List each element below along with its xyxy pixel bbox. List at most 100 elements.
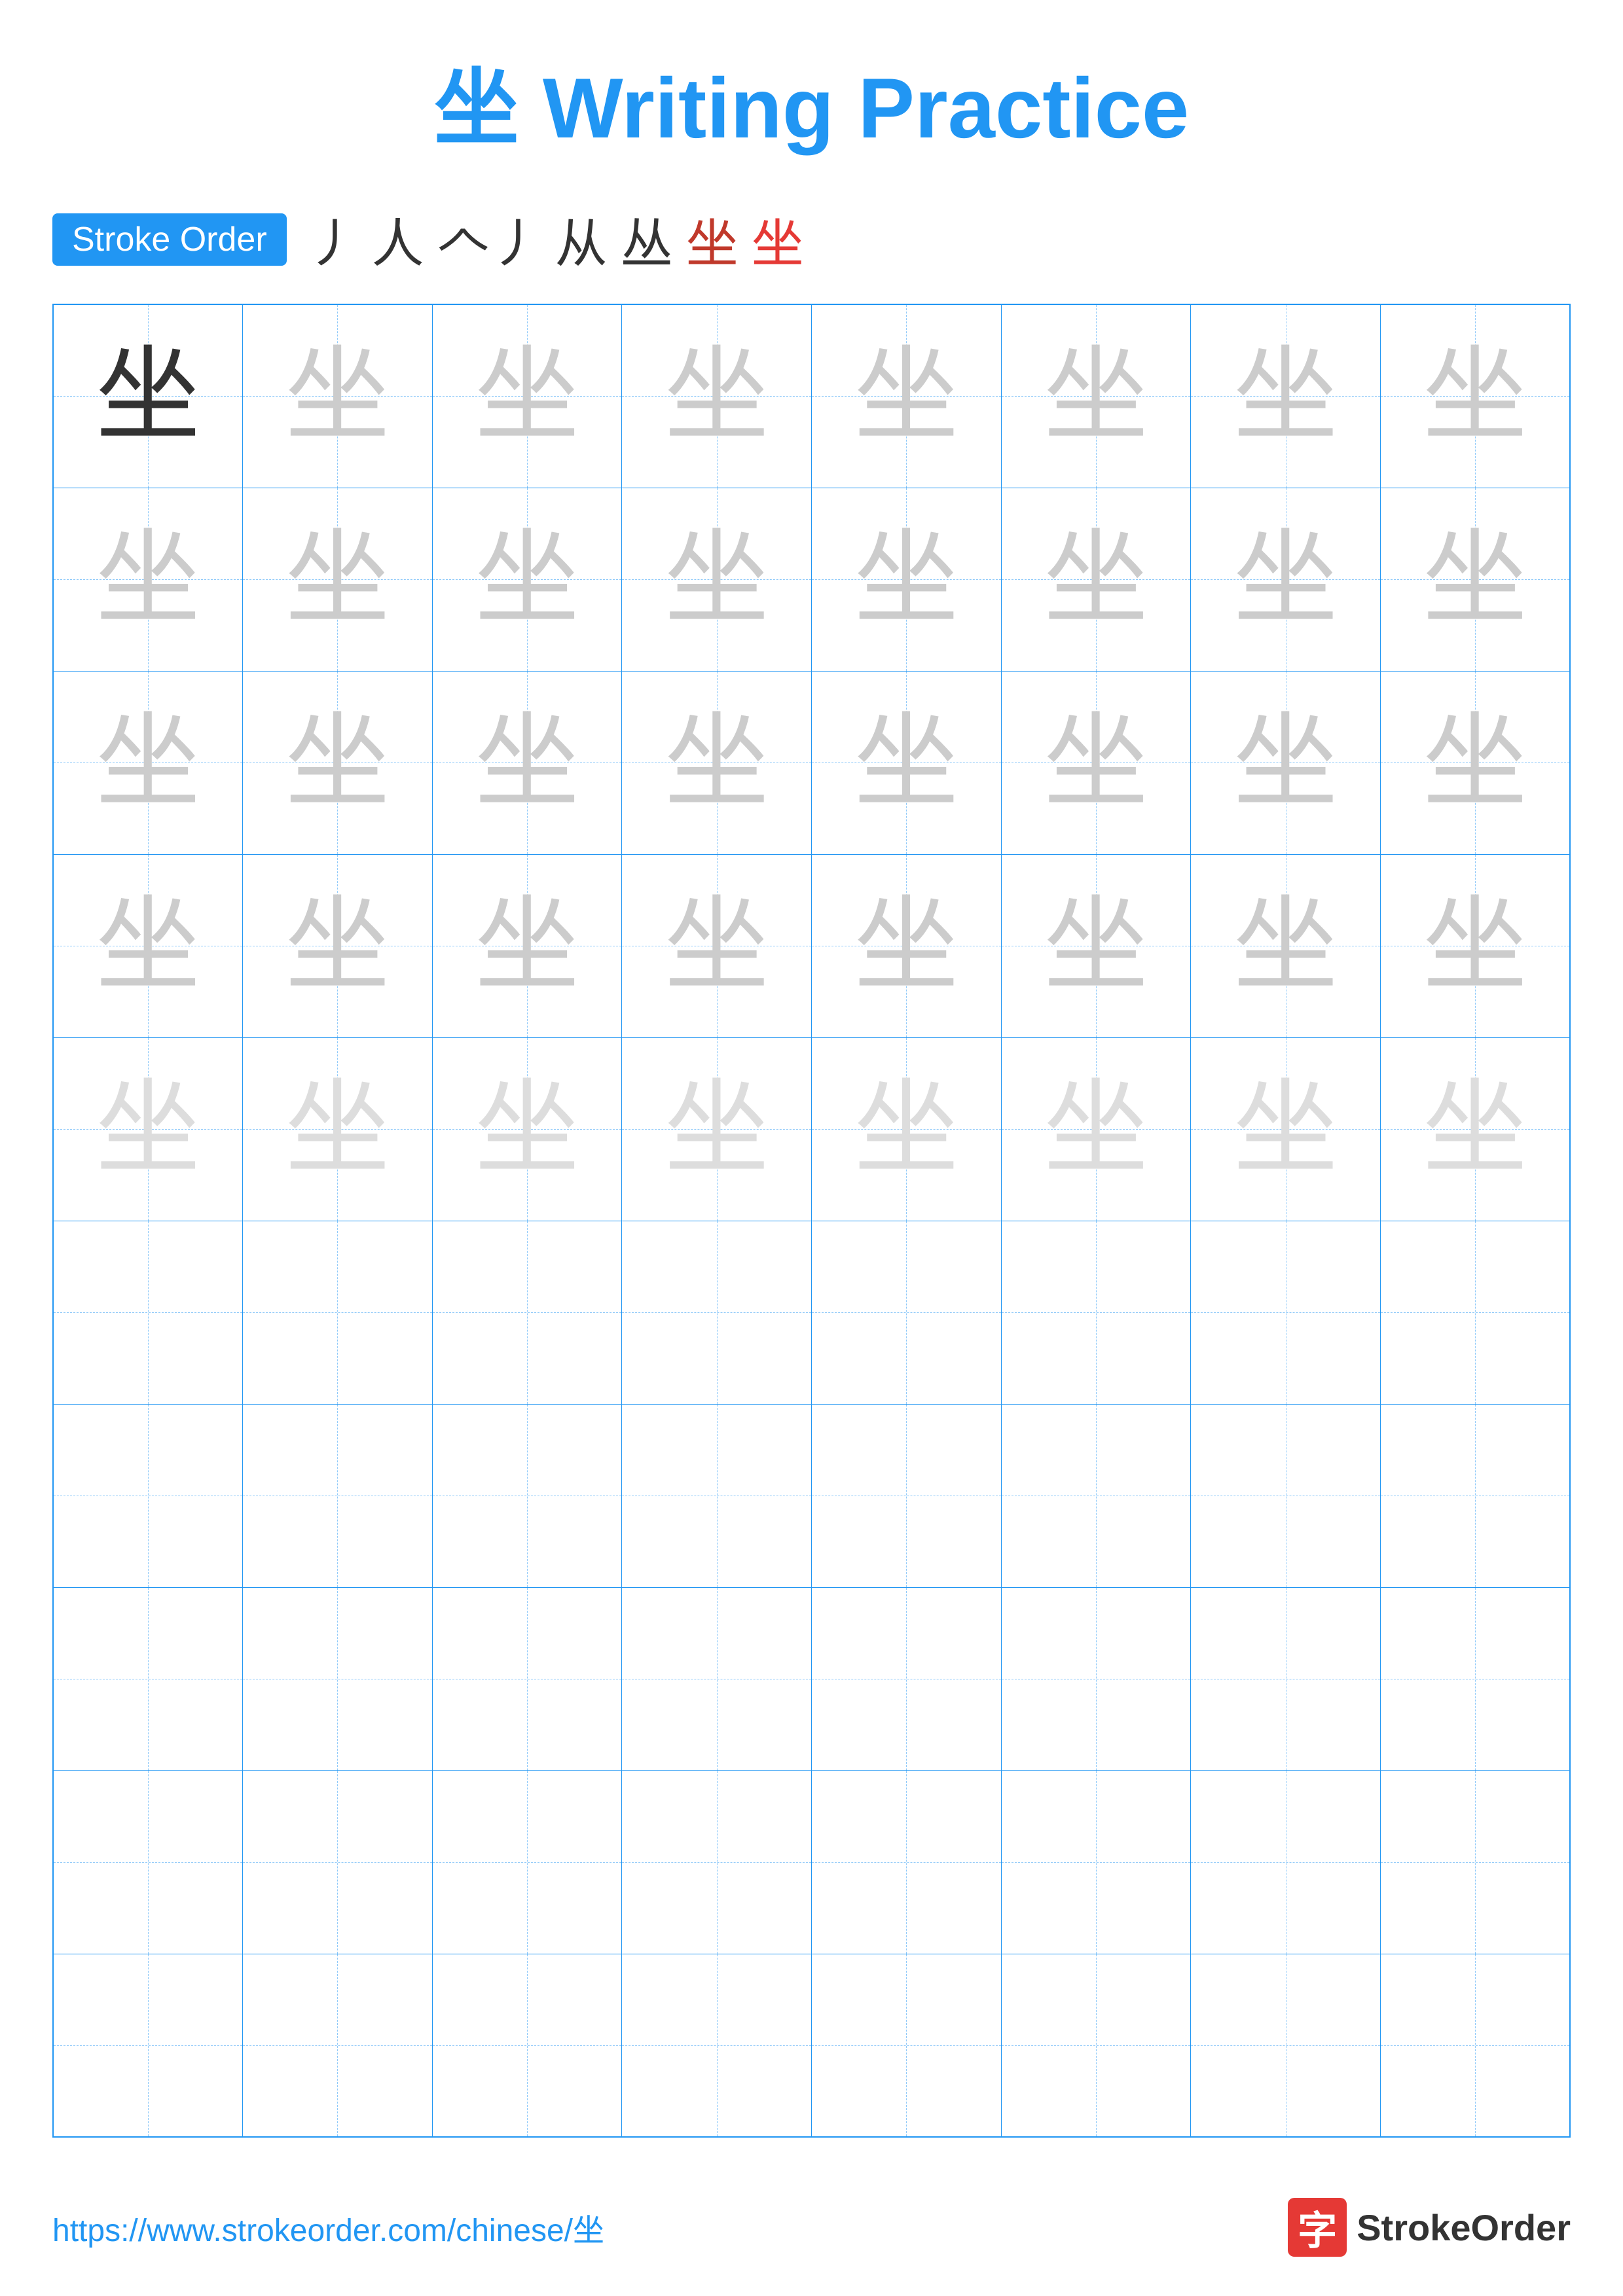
- grid-cell-7-2: [243, 1404, 433, 1587]
- grid-cell-8-8: [1380, 1587, 1570, 1770]
- grid-row-5: 坐 坐 坐 坐: [53, 1037, 1570, 1221]
- grid-cell-7-6: [1001, 1404, 1191, 1587]
- grid-cell-4-5: 坐: [812, 854, 1002, 1037]
- grid-cell-8-6: [1001, 1587, 1191, 1770]
- grid-row-8: [53, 1587, 1570, 1770]
- grid-cell-10-8: [1380, 1954, 1570, 2137]
- grid-row-1: 坐 坐 坐 坐: [53, 304, 1570, 488]
- grid-cell-2-8: 坐: [1380, 488, 1570, 671]
- grid-cell-8-3: [432, 1587, 622, 1770]
- grid-cell-6-5: [812, 1221, 1002, 1404]
- title-english: Writing Practice: [543, 60, 1189, 156]
- grid-cell-2-2: 坐: [243, 488, 433, 671]
- grid-cell-9-8: [1380, 1770, 1570, 1954]
- grid-cell-4-4: 坐: [622, 854, 812, 1037]
- grid-cell-8-2: [243, 1587, 433, 1770]
- grid-cell-1-7: 坐: [1191, 304, 1381, 488]
- grid-cell-2-4: 坐: [622, 488, 812, 671]
- grid-cell-5-8: 坐: [1380, 1037, 1570, 1221]
- grid-cell-8-4: [622, 1587, 812, 1770]
- grid-row-4: 坐 坐 坐 坐: [53, 854, 1570, 1037]
- grid-cell-8-1: [53, 1587, 243, 1770]
- stroke-order-row: Stroke Order 丿 人 𠆢丿 从 丛 坐 坐: [52, 202, 1571, 278]
- grid-cell-9-4: [622, 1770, 812, 1954]
- grid-cell-1-2: 坐: [243, 304, 433, 488]
- grid-cell-4-3: 坐: [432, 854, 622, 1037]
- grid-cell-10-5: [812, 1954, 1002, 2137]
- grid-cell-5-2: 坐: [243, 1037, 433, 1221]
- grid-cell-8-5: [812, 1587, 1002, 1770]
- grid-cell-1-6: 坐: [1001, 304, 1191, 488]
- grid-cell-2-1: 坐: [53, 488, 243, 671]
- grid-cell-5-5: 坐: [812, 1037, 1002, 1221]
- stroke-order-chars: 丿 人 𠆢丿 从 丛 坐 坐: [306, 202, 804, 278]
- grid-cell-9-2: [243, 1770, 433, 1954]
- title-chinese-char: 坐: [434, 62, 519, 156]
- grid-cell-3-6: 坐: [1001, 671, 1191, 854]
- grid-cell-2-7: 坐: [1191, 488, 1381, 671]
- grid-row-10: [53, 1954, 1570, 2137]
- grid-cell-3-7: 坐: [1191, 671, 1381, 854]
- grid-cell-6-7: [1191, 1221, 1381, 1404]
- grid-cell-10-6: [1001, 1954, 1191, 2137]
- grid-cell-1-3: 坐: [432, 304, 622, 488]
- grid-cell-3-1: 坐: [53, 671, 243, 854]
- grid-cell-4-6: 坐: [1001, 854, 1191, 1037]
- grid-cell-9-6: [1001, 1770, 1191, 1954]
- page-title: 坐 Writing Practice: [52, 39, 1571, 162]
- footer-brand: 字 StrokeOrder: [1288, 2198, 1571, 2257]
- grid-cell-5-4: 坐: [622, 1037, 812, 1221]
- grid-cell-9-5: [812, 1770, 1002, 1954]
- grid-cell-1-5: 坐: [812, 304, 1002, 488]
- grid-row-3: 坐 坐 坐 坐: [53, 671, 1570, 854]
- grid-cell-6-8: [1380, 1221, 1570, 1404]
- grid-cell-5-6: 坐: [1001, 1037, 1191, 1221]
- grid-row-6: [53, 1221, 1570, 1404]
- grid-cell-7-8: [1380, 1404, 1570, 1587]
- grid-cell-7-4: [622, 1404, 812, 1587]
- grid-cell-10-1: [53, 1954, 243, 2137]
- grid-cell-1-1: 坐: [53, 304, 243, 488]
- stroke-order-badge: Stroke Order: [52, 213, 287, 266]
- grid-cell-9-1: [53, 1770, 243, 1954]
- grid-cell-4-1: 坐: [53, 854, 243, 1037]
- grid-cell-3-2: 坐: [243, 671, 433, 854]
- grid-cell-6-4: [622, 1221, 812, 1404]
- grid-cell-6-6: [1001, 1221, 1191, 1404]
- grid-cell-10-7: [1191, 1954, 1381, 2137]
- grid-cell-9-7: [1191, 1770, 1381, 1954]
- grid-cell-5-1: 坐: [53, 1037, 243, 1221]
- grid-cell-6-1: [53, 1221, 243, 1404]
- grid-cell-3-5: 坐: [812, 671, 1002, 854]
- grid-cell-7-1: [53, 1404, 243, 1587]
- footer-url: https://www.strokeorder.com/chinese/坐: [52, 2204, 604, 2250]
- grid-cell-2-3: 坐: [432, 488, 622, 671]
- grid-cell-5-3: 坐: [432, 1037, 622, 1221]
- grid-cell-8-7: [1191, 1587, 1381, 1770]
- grid-cell-4-8: 坐: [1380, 854, 1570, 1037]
- grid-cell-4-7: 坐: [1191, 854, 1381, 1037]
- practice-grid: 坐 坐 坐 坐: [52, 304, 1571, 2138]
- grid-cell-7-5: [812, 1404, 1002, 1587]
- grid-cell-3-8: 坐: [1380, 671, 1570, 854]
- footer-brand-name: StrokeOrder: [1357, 2206, 1571, 2249]
- grid-cell-7-7: [1191, 1404, 1381, 1587]
- grid-cell-10-3: [432, 1954, 622, 2137]
- grid-cell-6-3: [432, 1221, 622, 1404]
- footer-logo: 字: [1288, 2198, 1347, 2257]
- grid-cell-4-2: 坐: [243, 854, 433, 1037]
- grid-cell-5-7: 坐: [1191, 1037, 1381, 1221]
- grid-cell-1-4: 坐: [622, 304, 812, 488]
- grid-cell-7-3: [432, 1404, 622, 1587]
- grid-row-2: 坐 坐 坐 坐: [53, 488, 1570, 671]
- grid-cell-1-8: 坐: [1380, 304, 1570, 488]
- grid-row-7: [53, 1404, 1570, 1587]
- grid-cell-10-4: [622, 1954, 812, 2137]
- grid-cell-9-3: [432, 1770, 622, 1954]
- footer: https://www.strokeorder.com/chinese/坐 字 …: [52, 2198, 1571, 2257]
- grid-cell-2-5: 坐: [812, 488, 1002, 671]
- grid-cell-3-3: 坐: [432, 671, 622, 854]
- grid-cell-2-6: 坐: [1001, 488, 1191, 671]
- grid-cell-3-4: 坐: [622, 671, 812, 854]
- grid-cell-10-2: [243, 1954, 433, 2137]
